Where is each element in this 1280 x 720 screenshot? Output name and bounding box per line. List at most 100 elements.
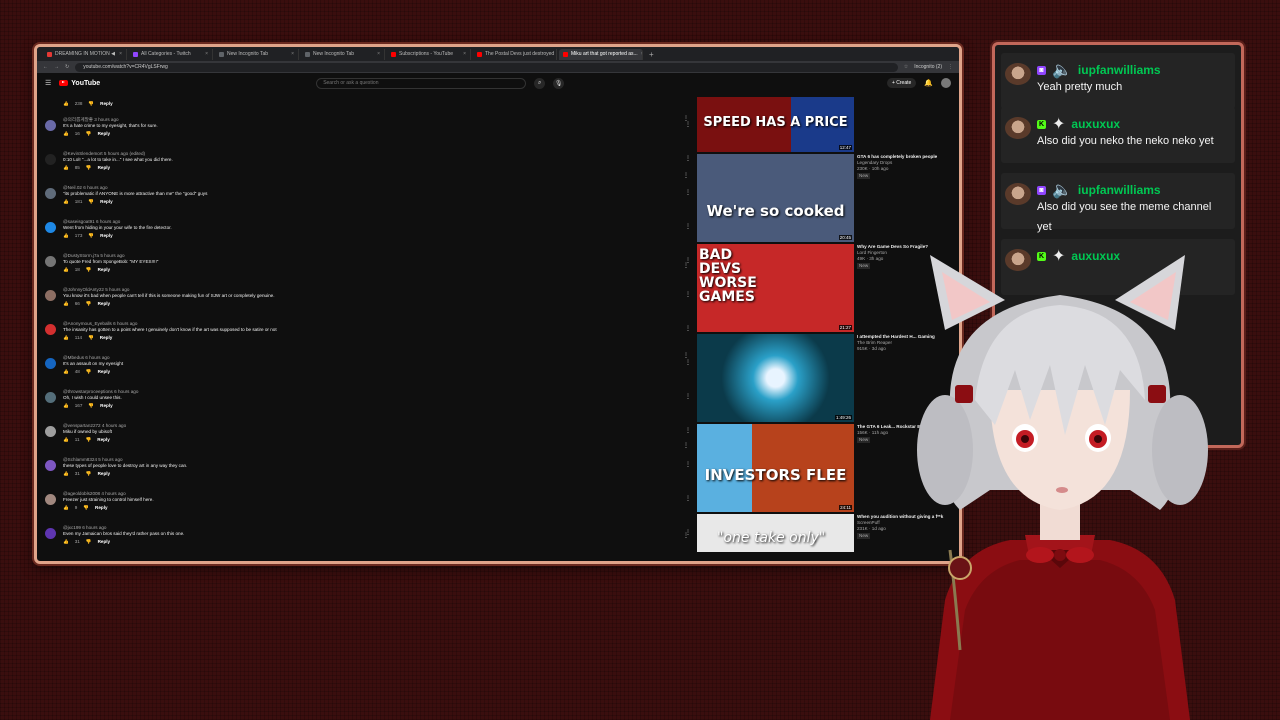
video-more-icon[interactable]: ⋮ xyxy=(683,532,689,539)
commenter-avatar[interactable] xyxy=(45,120,56,131)
like-icon[interactable]: 👍 xyxy=(63,199,69,205)
commenter-avatar[interactable] xyxy=(45,426,56,437)
notifications-bell-icon[interactable]: 🔔 xyxy=(924,79,933,87)
incognito-indicator[interactable]: Incognito (2) xyxy=(914,64,942,70)
create-button[interactable]: + Create xyxy=(886,78,917,88)
dislike-icon[interactable]: 👎 xyxy=(86,437,92,443)
tab-close-icon[interactable]: × xyxy=(291,51,294,57)
comment-more-icon[interactable]: ⋮ xyxy=(685,461,691,468)
youtube-logo[interactable]: YouTube xyxy=(59,80,100,87)
tab-close-icon[interactable]: × xyxy=(119,51,122,57)
reply-button[interactable]: Reply xyxy=(98,165,111,171)
dislike-icon[interactable]: 👎 xyxy=(86,301,92,307)
chat-username[interactable]: auxuxux xyxy=(1071,117,1120,131)
video-thumbnail[interactable]: We're so cooked 20:45 xyxy=(697,154,854,242)
reply-button[interactable]: Reply xyxy=(100,199,113,205)
like-icon[interactable]: 👍 xyxy=(63,233,69,239)
video-more-icon[interactable]: ⋮ xyxy=(683,172,689,179)
comment-more-icon[interactable]: ⋮ xyxy=(685,427,691,434)
reply-button[interactable]: Reply xyxy=(98,471,111,477)
video-thumbnail[interactable]: BAD DEVS WORSE GAMES 21:27 xyxy=(697,244,854,332)
forward-icon[interactable]: → xyxy=(54,64,59,70)
commenter-avatar[interactable] xyxy=(45,324,56,335)
video-thumbnail[interactable]: INVESTORS FLEE 24:11 xyxy=(697,424,854,512)
reply-button[interactable]: Reply xyxy=(95,505,108,511)
back-icon[interactable]: ← xyxy=(43,64,48,70)
dislike-icon[interactable]: 👎 xyxy=(86,471,92,477)
related-video[interactable]: We're so cooked 20:45 GTA 6 has completely… xyxy=(683,154,957,244)
dislike-icon[interactable]: 👎 xyxy=(88,101,94,107)
like-icon[interactable]: 👍 xyxy=(63,101,69,107)
tab-close-icon[interactable]: × xyxy=(463,51,466,57)
comment-more-icon[interactable]: ⋮ xyxy=(685,359,691,366)
reload-icon[interactable]: ↻ xyxy=(65,64,69,70)
browser-tab[interactable]: The Postal Devs just destroyed× xyxy=(473,48,557,60)
like-icon[interactable]: 👍 xyxy=(63,403,69,409)
chat-username[interactable]: iupfanwilliams xyxy=(1078,63,1161,77)
like-icon[interactable]: 👍 xyxy=(63,301,69,307)
commenter-avatar[interactable] xyxy=(45,392,56,403)
video-thumbnail[interactable]: "one take only" xyxy=(697,514,854,552)
comment-more-icon[interactable]: ⋮ xyxy=(685,495,691,502)
reply-button[interactable]: Reply xyxy=(97,437,110,443)
dislike-icon[interactable]: 👎 xyxy=(83,505,89,511)
microphone-icon[interactable]: 🎙 xyxy=(553,77,565,89)
like-icon[interactable]: 👍 xyxy=(63,267,69,273)
new-tab-icon[interactable]: + xyxy=(645,50,654,59)
commenter-avatar[interactable] xyxy=(45,188,56,199)
bookmark-star-icon[interactable]: ☆ xyxy=(904,64,908,70)
related-video[interactable]: SPEED HAS A PRICE 12:47 ⋮ xyxy=(683,97,957,154)
dislike-icon[interactable]: 👎 xyxy=(88,403,94,409)
comment-more-icon[interactable]: ⋮ xyxy=(685,223,691,230)
tab-close-icon[interactable]: × xyxy=(205,51,208,57)
video-more-icon[interactable]: ⋮ xyxy=(683,262,689,269)
browser-tab[interactable]: New Incognito Tab × xyxy=(215,48,299,60)
reply-button[interactable]: Reply xyxy=(100,233,113,239)
comment-more-icon[interactable]: ⋮ xyxy=(685,189,691,196)
reply-button[interactable]: Reply xyxy=(98,539,111,545)
commenter-avatar[interactable] xyxy=(45,460,56,471)
like-icon[interactable]: 👍 xyxy=(63,471,69,477)
like-icon[interactable]: 👍 xyxy=(63,165,69,171)
comment-more-icon[interactable]: ⋮ xyxy=(685,121,691,128)
chat-username[interactable]: iupfanwilliams xyxy=(1078,183,1161,197)
browser-tab[interactable]: DREAMING IN MOTION ◀ × xyxy=(43,48,127,60)
commenter-avatar[interactable] xyxy=(45,222,56,233)
reply-button[interactable]: Reply xyxy=(100,403,113,409)
comment-more-icon[interactable]: ⋮ xyxy=(685,291,691,298)
browser-tab[interactable]: New Incognito Tab × xyxy=(301,48,385,60)
video-more-icon[interactable]: ⋮ xyxy=(683,115,689,122)
reply-button[interactable]: Reply xyxy=(100,101,113,107)
commenter-avatar[interactable] xyxy=(45,290,56,301)
dislike-icon[interactable]: 👎 xyxy=(86,165,92,171)
dislike-icon[interactable]: 👎 xyxy=(86,131,92,137)
dislike-icon[interactable]: 👎 xyxy=(86,267,92,273)
search-input[interactable]: Search or ask a question xyxy=(316,77,527,89)
video-thumbnail[interactable]: 1:49:26 xyxy=(697,334,854,422)
dislike-icon[interactable]: 👎 xyxy=(86,539,92,545)
tab-close-icon[interactable]: × xyxy=(641,51,642,57)
url-field[interactable]: youtube.com/watch?v=CR4VgLSFrwg xyxy=(75,62,898,72)
dislike-icon[interactable]: 👎 xyxy=(88,335,94,341)
browser-tab[interactable]: Subscriptions - YouTube × xyxy=(387,48,471,60)
like-icon[interactable]: 👍 xyxy=(63,131,69,137)
dislike-icon[interactable]: 👎 xyxy=(88,199,94,205)
reply-button[interactable]: Reply xyxy=(98,301,111,307)
reply-button[interactable]: Reply xyxy=(98,369,111,375)
comment-more-icon[interactable]: ⋮ xyxy=(685,155,691,162)
like-icon[interactable]: 👍 xyxy=(63,437,69,443)
account-avatar[interactable] xyxy=(941,78,951,88)
reply-button[interactable]: Reply xyxy=(98,267,111,273)
video-more-icon[interactable]: ⋮ xyxy=(683,442,689,449)
like-icon[interactable]: 👍 xyxy=(63,369,69,375)
comment-more-icon[interactable]: ⋮ xyxy=(685,393,691,400)
reply-button[interactable]: Reply xyxy=(100,335,113,341)
commenter-avatar[interactable] xyxy=(45,494,56,505)
comment-more-icon[interactable]: ⋮ xyxy=(685,325,691,332)
search-icon[interactable]: ⌕ xyxy=(534,77,546,89)
commenter-avatar[interactable] xyxy=(45,154,56,165)
reply-button[interactable]: Reply xyxy=(98,131,111,137)
commenter-avatar[interactable] xyxy=(45,358,56,369)
video-more-icon[interactable]: ⋮ xyxy=(683,352,689,359)
commenter-avatar[interactable] xyxy=(45,528,56,539)
